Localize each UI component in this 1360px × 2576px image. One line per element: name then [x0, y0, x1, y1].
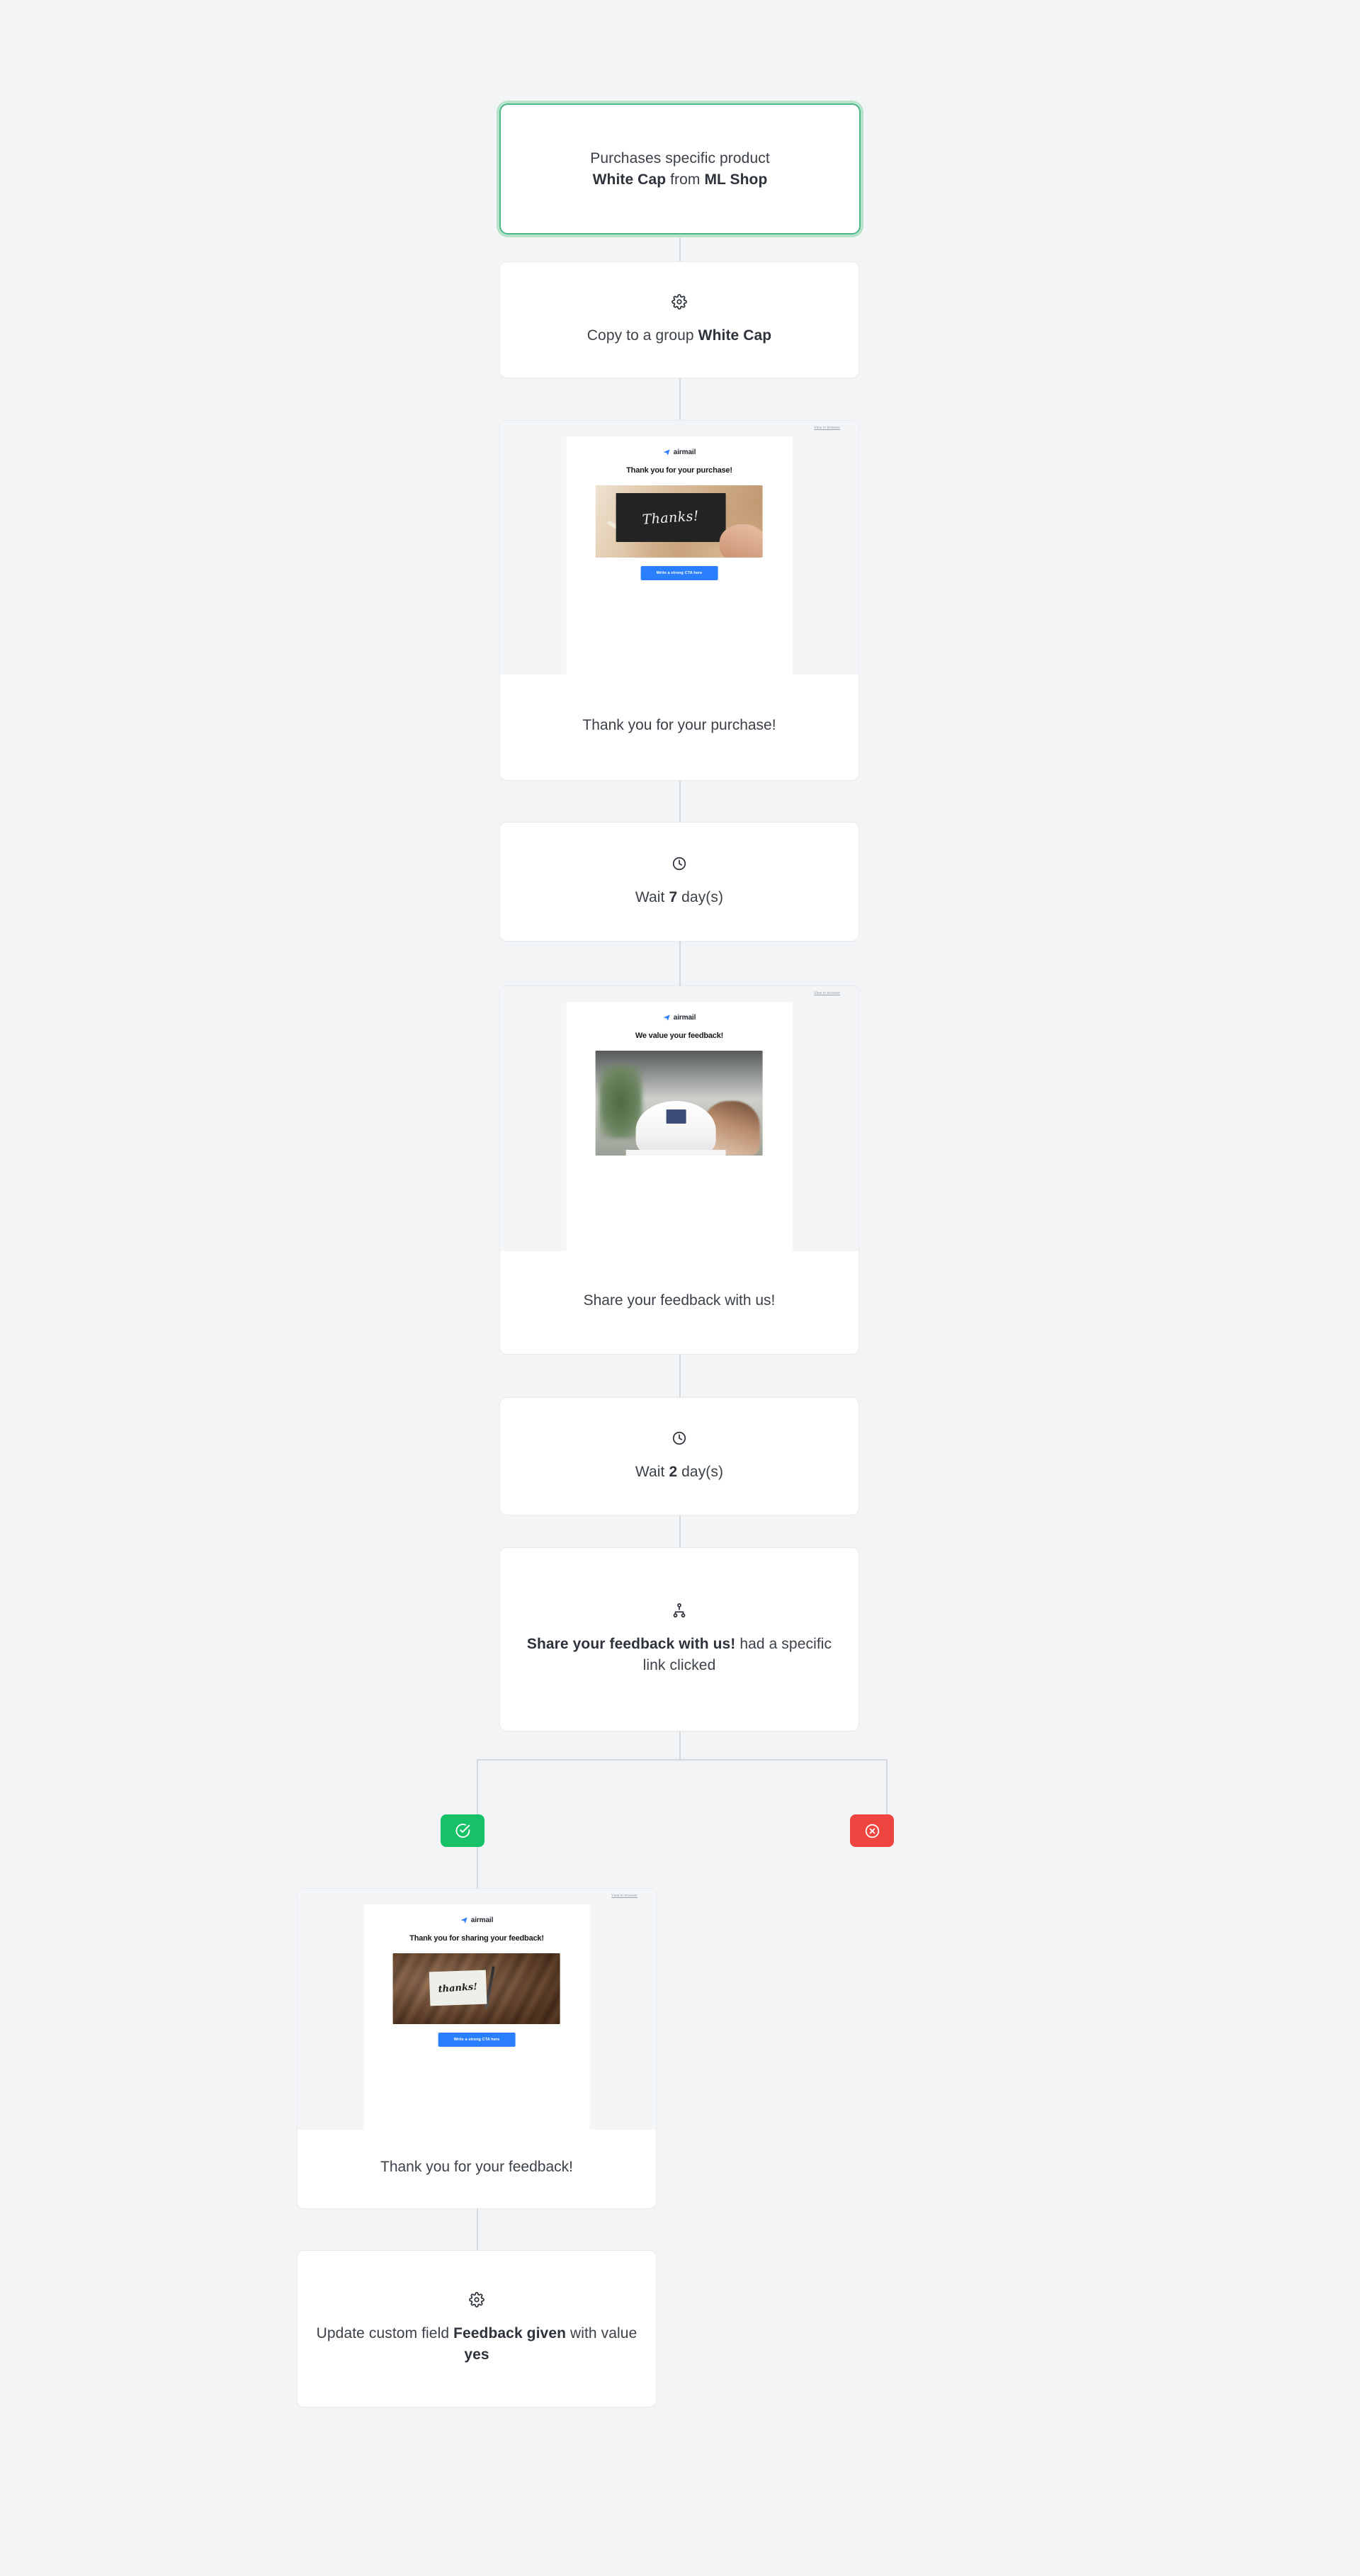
- airmail-brand: airmail: [663, 448, 696, 456]
- update-custom-field-text: Update custom field Feedback given with …: [316, 2323, 638, 2366]
- branch-badge-no[interactable]: [850, 1814, 894, 1847]
- wait-7-prefix: Wait: [635, 888, 669, 905]
- connector-split-to-yes: [477, 1759, 478, 1814]
- branch-badge-yes[interactable]: [441, 1814, 484, 1847]
- copy-to-group-prefix: Copy to a group: [586, 327, 698, 344]
- condition-node-link-clicked[interactable]: Share your feedback with us! had a speci…: [499, 1547, 859, 1732]
- email-sheet-1: airmail Thank you for your purchase! Tha…: [566, 436, 793, 674]
- update-prefix: Update custom field: [316, 2325, 454, 2342]
- thanks-note-card: thanks!: [429, 1970, 487, 2006]
- airmail-brand: airmail: [460, 1916, 494, 1924]
- update-field-value: yes: [464, 2346, 489, 2363]
- hero-word-1: Thanks!: [642, 507, 700, 528]
- condition-text: Share your feedback with us! had a speci…: [518, 1634, 840, 1676]
- wait-7-suffix: day(s): [677, 888, 724, 905]
- connector-copy-to-email1: [679, 378, 681, 420]
- connector-trigger-to-copy: [679, 234, 681, 262]
- connector-wait7-to-email2: [679, 942, 681, 985]
- email-hero-image-2: [596, 1050, 763, 1156]
- email-sheet-2: airmail We value your feedback!: [566, 1002, 793, 1251]
- email-sheet-3: airmail Thank you for sharing your feedb…: [363, 1904, 590, 2130]
- email-hero-image-3: thanks!: [393, 1953, 560, 2024]
- condition-email-name: Share your feedback with us!: [526, 1636, 736, 1653]
- email-preview-2[interactable]: View in browser airmail We value your fe…: [500, 986, 858, 1251]
- email-node-thanks-for-sharing[interactable]: View in browser airmail Thank you for sh…: [297, 1888, 657, 2209]
- brand-name: airmail: [673, 1014, 696, 1022]
- connector-yes-to-email3: [477, 1847, 478, 1888]
- wait-node-2-days[interactable]: Wait 2 day(s): [499, 1397, 859, 1515]
- trigger-from: from: [666, 171, 705, 188]
- gear-icon: [469, 2292, 484, 2308]
- wait-2-value: 2: [669, 1463, 678, 1480]
- clock-icon: [672, 856, 687, 871]
- email-preview-3[interactable]: View in browser airmail Thank you for sh…: [298, 1889, 656, 2130]
- cap-logo-patch: [666, 1109, 686, 1124]
- x-circle-icon: [865, 1824, 879, 1838]
- email-hero-image-1: Thanks!: [596, 485, 763, 558]
- connector-condition-to-split: [679, 1732, 681, 1760]
- trigger-shop: ML Shop: [704, 171, 768, 188]
- email-preview-1[interactable]: View in browser airmail Thank you for yo…: [500, 421, 858, 674]
- email-node-value-feedback[interactable]: View in browser airmail We value your fe…: [499, 985, 859, 1355]
- view-in-browser-link[interactable]: View in browser: [814, 991, 840, 995]
- paper-plane-icon: [663, 1014, 671, 1022]
- gear-icon: [672, 293, 687, 310]
- trigger-text: Purchases specific product White Cap fro…: [590, 148, 770, 191]
- connector-email3-to-update: [477, 2209, 478, 2250]
- view-in-browser-link[interactable]: View in browser: [611, 1894, 638, 1898]
- hand-shape: [719, 524, 763, 558]
- paper-plane-icon: [460, 1916, 468, 1924]
- copy-to-group-text: Copy to a group White Cap: [587, 325, 771, 346]
- connector-split-to-no: [886, 1759, 888, 1814]
- airmail-brand: airmail: [663, 1014, 696, 1022]
- email-caption-2: Share your feedback with us!: [583, 1292, 776, 1309]
- brand-name: airmail: [673, 448, 696, 456]
- wait-2-body: Wait 2 day(s): [500, 1398, 858, 1515]
- update-field-name: Feedback given: [453, 2325, 567, 2342]
- trigger-node-purchases-specific-product[interactable]: Purchases specific product White Cap fro…: [499, 103, 861, 235]
- email-heading-3: Thank you for sharing your feedback!: [409, 1934, 544, 1943]
- trigger-product: White Cap: [592, 171, 667, 188]
- clock-icon: [672, 1430, 687, 1446]
- connector-email2-to-wait2: [679, 1355, 681, 1397]
- view-in-browser-link[interactable]: View in browser: [814, 426, 840, 430]
- action-node-copy-to-group[interactable]: Copy to a group White Cap: [499, 261, 859, 378]
- brand-name: airmail: [470, 1916, 494, 1924]
- copy-to-group-body: Copy to a group White Cap: [500, 262, 858, 378]
- wait-node-7-days[interactable]: Wait 7 day(s): [499, 822, 859, 942]
- connector-email1-to-wait7: [679, 781, 681, 822]
- wait-2-suffix: day(s): [677, 1463, 724, 1480]
- wait-7-value: 7: [669, 888, 678, 905]
- workflow-canvas: Purchases specific product White Cap fro…: [0, 0, 1360, 2576]
- wait-2-text: Wait 2 day(s): [635, 1462, 723, 1483]
- connector-wait2-to-condition: [679, 1515, 681, 1547]
- hero-word-3: thanks!: [438, 1981, 479, 1995]
- check-circle-icon: [455, 1824, 470, 1838]
- branch-icon: [672, 1603, 687, 1618]
- update-custom-field-body: Update custom field Feedback given with …: [298, 2251, 656, 2407]
- condition-body: Share your feedback with us! had a speci…: [500, 1548, 858, 1731]
- wait-7-body: Wait 7 day(s): [500, 823, 858, 941]
- trigger-body: Purchases specific product White Cap fro…: [501, 105, 859, 233]
- wait-7-text: Wait 7 day(s): [635, 887, 723, 908]
- wait-2-prefix: Wait: [635, 1463, 669, 1480]
- connector-split-horizontal: [477, 1759, 888, 1761]
- chalkboard: Thanks!: [616, 492, 727, 543]
- action-node-update-custom-field[interactable]: Update custom field Feedback given with …: [297, 2250, 657, 2407]
- email-caption-3: Thank you for your feedback!: [380, 2158, 573, 2175]
- email-cta-button-3[interactable]: Write a strong CTA here: [438, 2032, 516, 2047]
- email-node-thank-you-purchase[interactable]: View in browser airmail Thank you for yo…: [499, 420, 859, 781]
- email-cta-button-1[interactable]: Write a strong CTA here: [640, 565, 718, 580]
- update-mid: with value: [566, 2325, 638, 2342]
- copy-to-group-value: White Cap: [698, 327, 772, 344]
- email-heading-2: We value your feedback!: [635, 1032, 724, 1040]
- email-heading-1: Thank you for your purchase!: [626, 466, 732, 475]
- paper-plane-icon: [663, 448, 671, 456]
- email-caption-1: Thank you for your purchase!: [582, 716, 776, 733]
- trigger-line-1: Purchases specific product: [590, 149, 770, 166]
